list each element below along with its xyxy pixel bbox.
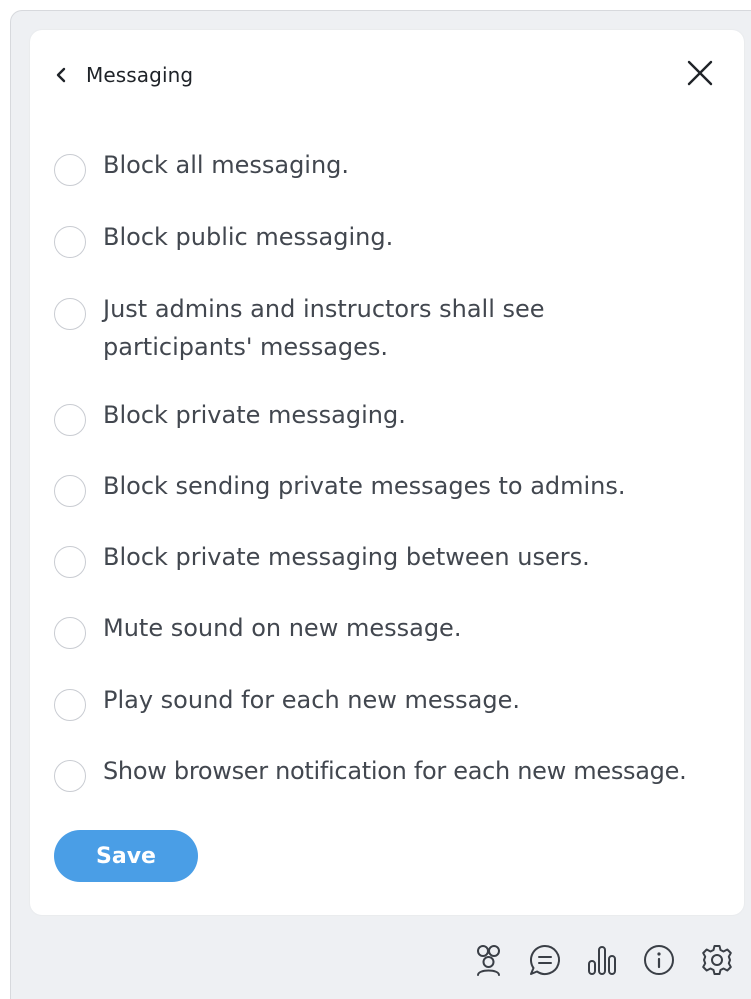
checkbox[interactable] — [54, 617, 86, 649]
save-button[interactable]: Save — [54, 830, 198, 882]
back-button[interactable]: Messaging — [52, 58, 193, 92]
option-admins-instructors-see-messages[interactable]: Just admins and instructors shall see pa… — [54, 290, 583, 366]
users-icon — [473, 943, 505, 981]
option-label: Block private messaging between users. — [103, 543, 590, 571]
option-label: Mute sound on new message. — [103, 614, 462, 642]
info-button[interactable] — [641, 944, 677, 980]
checkbox[interactable] — [54, 298, 86, 330]
option-block-private-between-users[interactable]: Block private messaging between users. — [54, 538, 743, 578]
checkbox[interactable] — [54, 154, 86, 186]
bar-chart-icon — [586, 944, 618, 980]
chat-icon — [528, 943, 562, 981]
bottom-toolbar — [0, 930, 751, 990]
checkbox[interactable] — [54, 689, 86, 721]
page-title: Messaging — [86, 63, 194, 87]
panel-header: Messaging — [30, 30, 744, 120]
settings-button[interactable] — [699, 944, 735, 980]
close-button[interactable] — [684, 59, 716, 91]
close-icon — [687, 60, 713, 90]
messaging-settings-panel: Messaging Block all messaging. Block pub… — [30, 30, 744, 915]
option-label: Block all messaging. — [103, 151, 350, 179]
option-label: Block sending private messages to admins… — [103, 472, 626, 500]
option-block-private-to-admins[interactable]: Block sending private messages to admins… — [54, 467, 743, 507]
checkbox[interactable] — [54, 546, 86, 578]
option-play-sound[interactable]: Play sound for each new message. — [54, 681, 743, 721]
option-label: Show browser notification for each new m… — [103, 757, 687, 785]
option-label: Block public messaging. — [103, 223, 394, 251]
option-block-all-messaging[interactable]: Block all messaging. — [54, 146, 743, 186]
option-mute-sound[interactable]: Mute sound on new message. — [54, 609, 743, 649]
checkbox[interactable] — [54, 404, 86, 436]
checkbox[interactable] — [54, 226, 86, 258]
option-label: Just admins and instructors shall see pa… — [103, 295, 545, 361]
option-browser-notification[interactable]: Show browser notification for each new m… — [54, 752, 743, 792]
chat-button[interactable] — [527, 944, 563, 980]
info-icon — [643, 944, 675, 980]
polls-button[interactable] — [584, 944, 620, 980]
chevron-left-icon — [52, 66, 70, 84]
users-button[interactable] — [471, 944, 507, 980]
option-block-public-messaging[interactable]: Block public messaging. — [54, 218, 743, 258]
checkbox[interactable] — [54, 760, 86, 792]
checkbox[interactable] — [54, 475, 86, 507]
option-label: Block private messaging. — [103, 401, 406, 429]
option-block-private-messaging[interactable]: Block private messaging. — [54, 396, 743, 436]
settings-icon — [701, 944, 733, 980]
option-label: Play sound for each new message. — [103, 686, 521, 714]
